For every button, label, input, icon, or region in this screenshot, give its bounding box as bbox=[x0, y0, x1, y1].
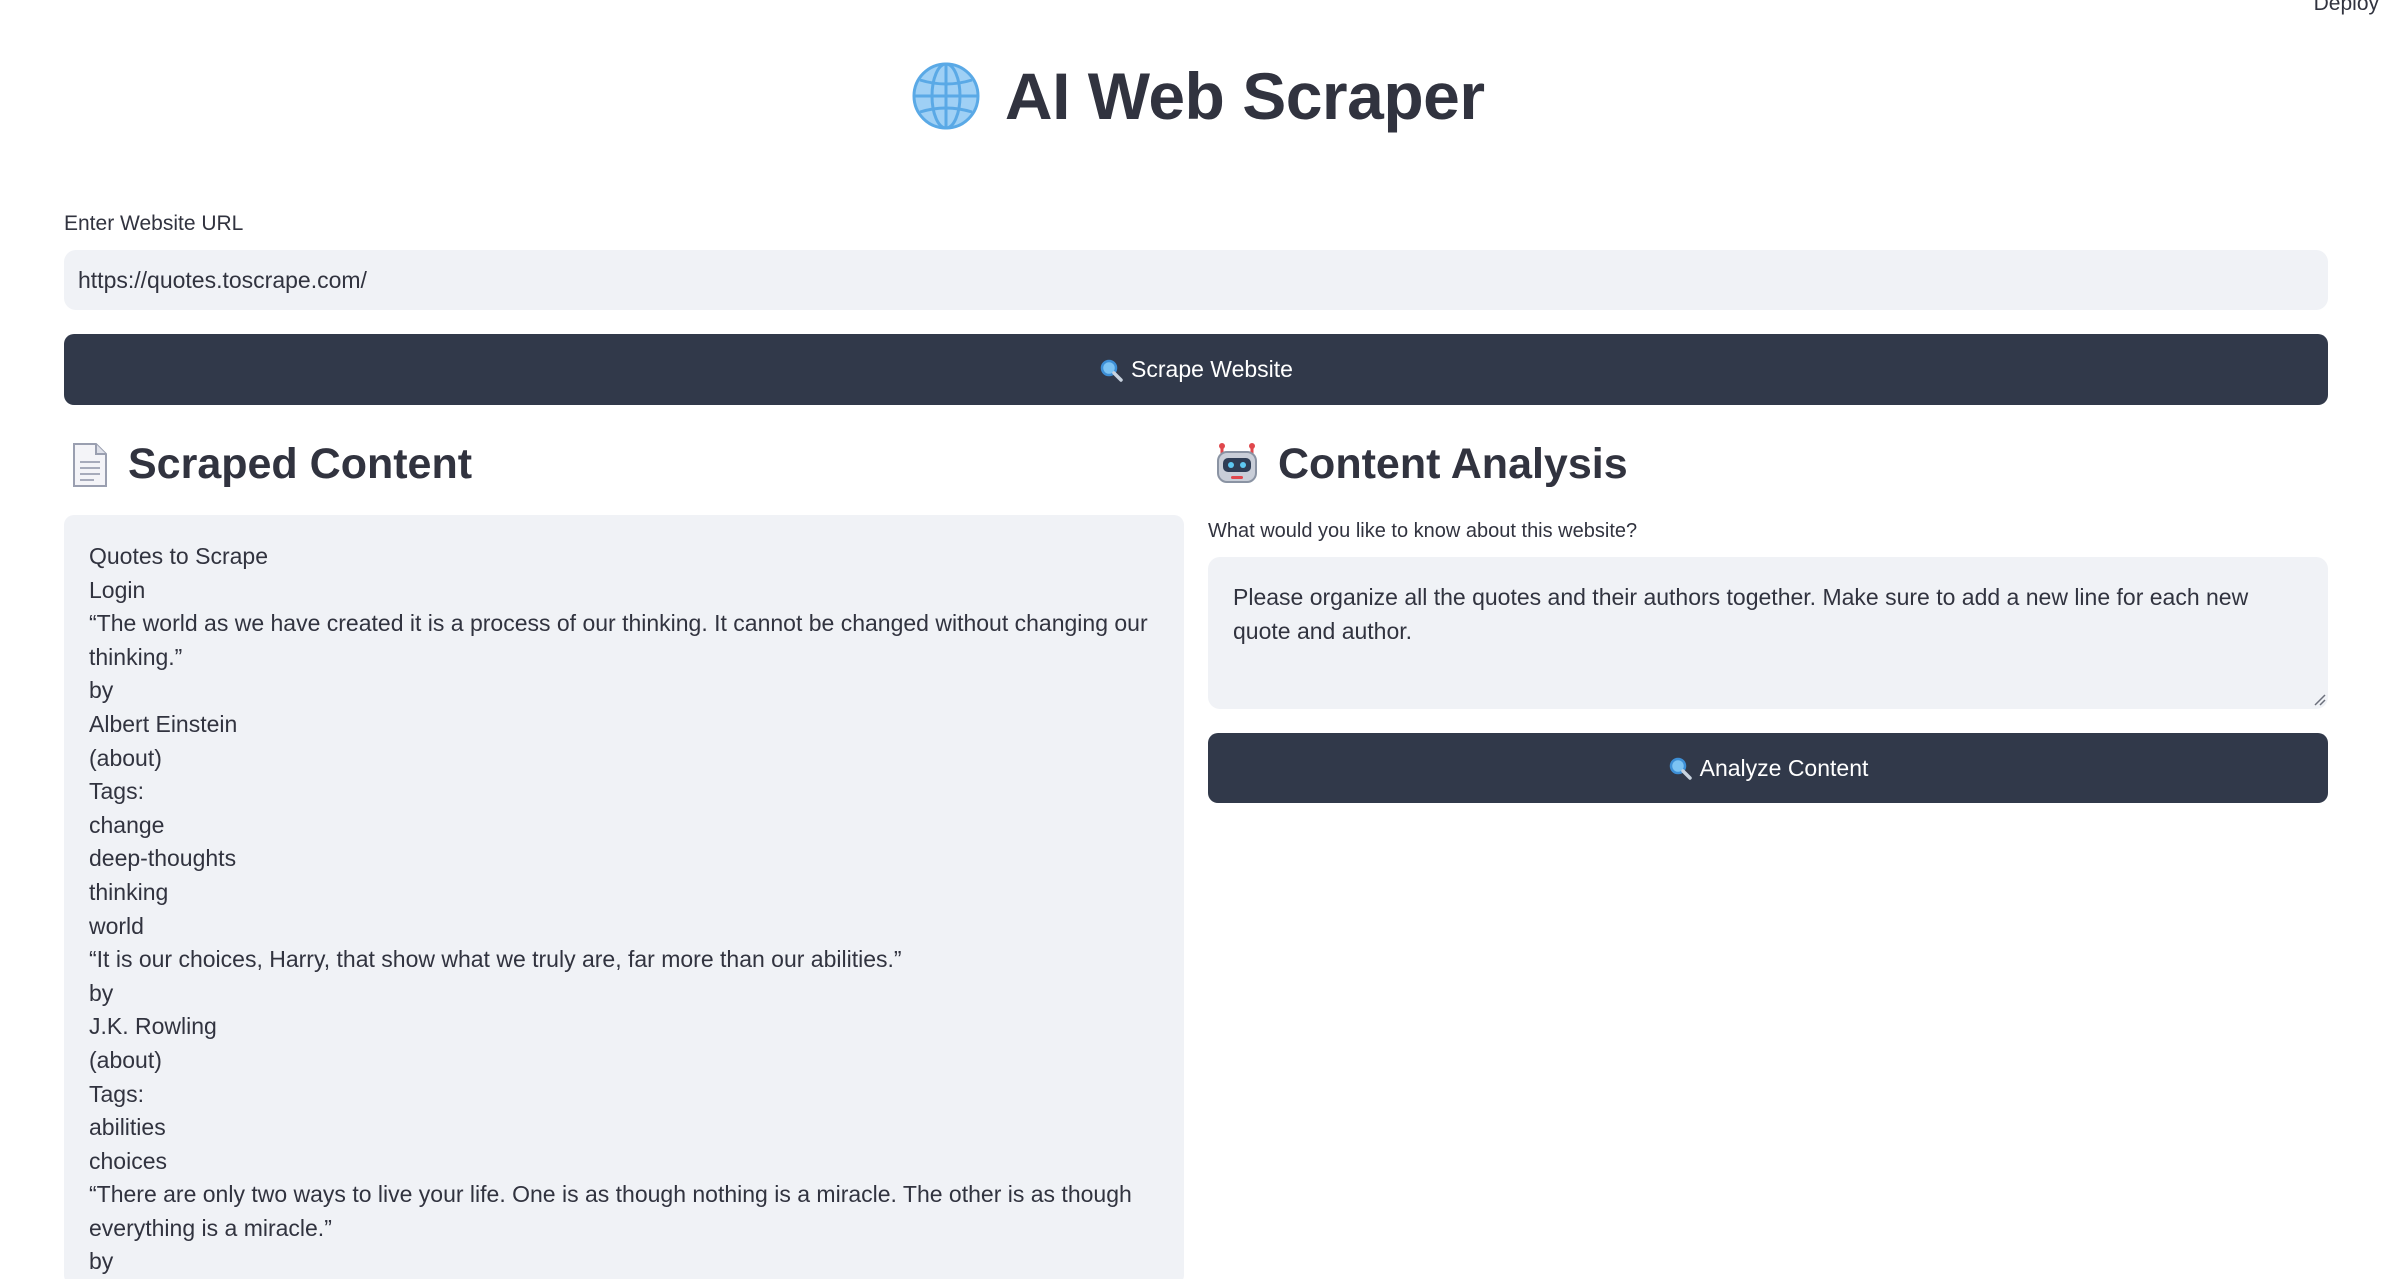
scraped-line: “It is our choices, Harry, that show wha… bbox=[89, 946, 902, 973]
scraped-line: (about) bbox=[89, 1046, 162, 1073]
globe-icon bbox=[912, 62, 980, 130]
scraped-line: Quotes to Scrape bbox=[89, 543, 268, 569]
scrape-website-label: Scrape Website bbox=[1131, 356, 1293, 382]
scraped-line: choices bbox=[89, 1147, 167, 1174]
analyze-content-label: Analyze Content bbox=[1699, 754, 1869, 781]
scraped-line: Login bbox=[89, 576, 146, 603]
scraped-line: Tags: bbox=[89, 778, 144, 805]
magnifier-icon bbox=[1669, 757, 1692, 780]
url-input[interactable] bbox=[64, 250, 2328, 310]
question-textarea[interactable]: Please organize all the quotes and their… bbox=[1208, 557, 2328, 709]
scrape-website-button[interactable]: Scrape Website bbox=[64, 334, 2328, 405]
scraped-line: “The world as we have created it is a pr… bbox=[89, 610, 1155, 670]
deploy-button[interactable]: Deploy bbox=[2314, 0, 2379, 16]
page-title: AI Web Scraper bbox=[0, 58, 2395, 134]
magnifier-icon bbox=[1100, 359, 1123, 382]
scraped-line: thinking bbox=[89, 878, 169, 905]
scraped-content-box[interactable]: Quotes to Scrape Login “The world as we … bbox=[64, 515, 1184, 1279]
scraped-line: Tags: bbox=[89, 1080, 144, 1107]
document-icon bbox=[73, 442, 107, 487]
scraped-line: abilities bbox=[89, 1114, 166, 1141]
scraped-line: by bbox=[89, 1248, 114, 1275]
scraped-line: “There are only two ways to live your li… bbox=[89, 1181, 1139, 1241]
scraped-content-heading: Scraped Content bbox=[70, 440, 472, 489]
resize-handle-icon[interactable] bbox=[2312, 692, 2326, 706]
analyze-content-button[interactable]: Analyze Content bbox=[1208, 733, 2328, 803]
scraped-line: J.K. Rowling bbox=[89, 1013, 217, 1040]
scraped-line: change bbox=[89, 811, 165, 838]
content-analysis-title: Content Analysis bbox=[1278, 440, 1628, 488]
scraped-line: (about) bbox=[89, 744, 162, 771]
url-field-label: Enter Website URL bbox=[64, 212, 244, 235]
content-analysis-heading: Content Analysis bbox=[1214, 440, 1628, 489]
scraped-line: Albert Einstein bbox=[89, 710, 238, 737]
app-page: Deploy AI Web Scraper Enter Website URL … bbox=[0, 0, 2395, 1279]
scraped-content-title: Scraped Content bbox=[128, 440, 473, 488]
scraped-line: by bbox=[89, 979, 114, 1006]
page-title-text: AI Web Scraper bbox=[1004, 59, 1485, 133]
scraped-line: deep-thoughts bbox=[89, 845, 237, 872]
question-field-label: What would you like to know about this w… bbox=[1208, 520, 1638, 542]
robot-icon bbox=[1217, 442, 1257, 483]
scraped-line: by bbox=[89, 677, 114, 704]
scraped-line: world bbox=[89, 912, 144, 939]
